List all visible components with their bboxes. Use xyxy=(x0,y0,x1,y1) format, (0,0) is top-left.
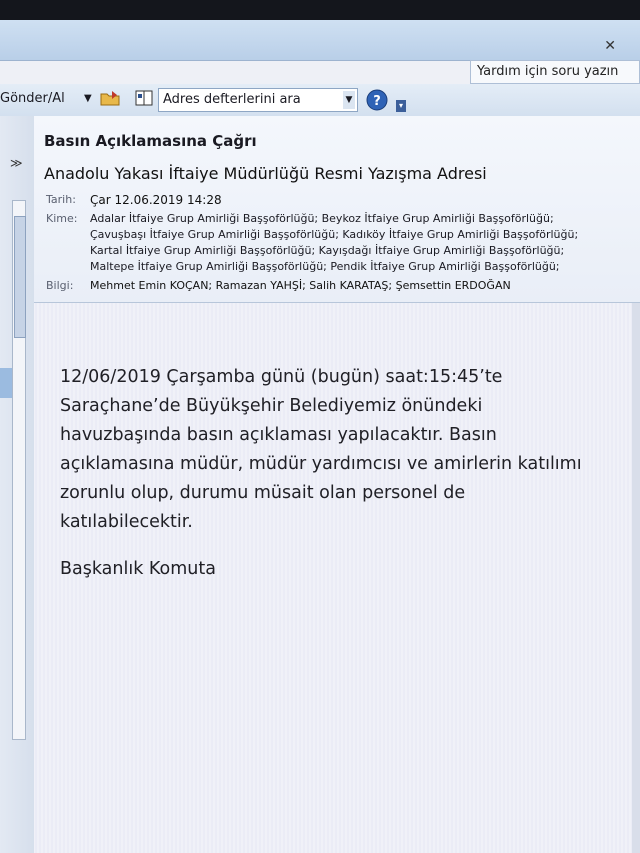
toolbar: Gönder/Al ▼ Adres defterlerini ara ▼ ? ▾ xyxy=(0,84,640,117)
date-label: Tarih: xyxy=(46,193,76,206)
toolbar-overflow-icon[interactable]: ▾ xyxy=(396,100,406,112)
to-label: Kime: xyxy=(46,212,78,225)
help-search-input[interactable]: Yardım için soru yazın xyxy=(470,60,640,84)
navigation-pane: ≫ xyxy=(0,116,35,853)
cc-label: Bilgi: xyxy=(46,279,74,292)
monitor-bezel xyxy=(0,0,640,20)
svg-text:?: ? xyxy=(373,94,381,109)
selected-message-indicator xyxy=(0,368,12,398)
message-subject: Basın Açıklamasına Çağrı xyxy=(44,132,257,150)
chevron-double-down-icon[interactable]: ≫ xyxy=(10,156,23,170)
message-body-scrollbar[interactable] xyxy=(632,303,640,853)
chevron-down-icon[interactable]: ▼ xyxy=(343,91,355,109)
chevron-down-icon[interactable]: ▼ xyxy=(84,88,92,110)
recipient-line[interactable]: Adalar İtfaiye Grup Amirliği Başşoförlüğ… xyxy=(90,212,554,225)
folder-icon[interactable] xyxy=(100,90,120,106)
address-book-search-input[interactable]: Adres defterlerini ara ▼ xyxy=(158,88,358,112)
message-sender[interactable]: Anadolu Yakası İftaiye Müdürlüğü Resmi Y… xyxy=(44,164,487,183)
recipient-line[interactable]: Maltepe İtfaiye Grup Amirliği Başşoförlü… xyxy=(90,260,560,273)
close-icon[interactable]: ✕ xyxy=(604,38,616,54)
message-header: Basın Açıklamasına Çağrı Anadolu Yakası … xyxy=(34,116,640,303)
address-book-icon[interactable] xyxy=(134,90,154,106)
message-body: 12/06/2019 Çarşamba günü (bugün) saat:15… xyxy=(34,303,640,853)
help-icon[interactable]: ? xyxy=(366,89,388,111)
window-titlebar: ✕ xyxy=(0,20,640,61)
recipient-line[interactable]: Çavuşbaşı İtfaiye Grup Amirliği Başşoför… xyxy=(90,228,578,241)
cc-value[interactable]: Mehmet Emin KOÇAN; Ramazan YAHŞİ; Salih … xyxy=(90,279,511,292)
address-book-search-placeholder: Adres defterlerini ara xyxy=(163,92,301,107)
message-text: 12/06/2019 Çarşamba günü (bugün) saat:15… xyxy=(60,367,582,532)
recipient-line[interactable]: Kartal İtfaiye Grup Amirliği Başşoförlüğ… xyxy=(90,244,564,257)
send-receive-button[interactable]: Gönder/Al xyxy=(0,88,65,110)
scrollbar-thumb[interactable] xyxy=(14,216,26,338)
date-value: Çar 12.06.2019 14:28 xyxy=(90,193,222,207)
message-signature: Başkanlık Komuta xyxy=(60,559,216,579)
